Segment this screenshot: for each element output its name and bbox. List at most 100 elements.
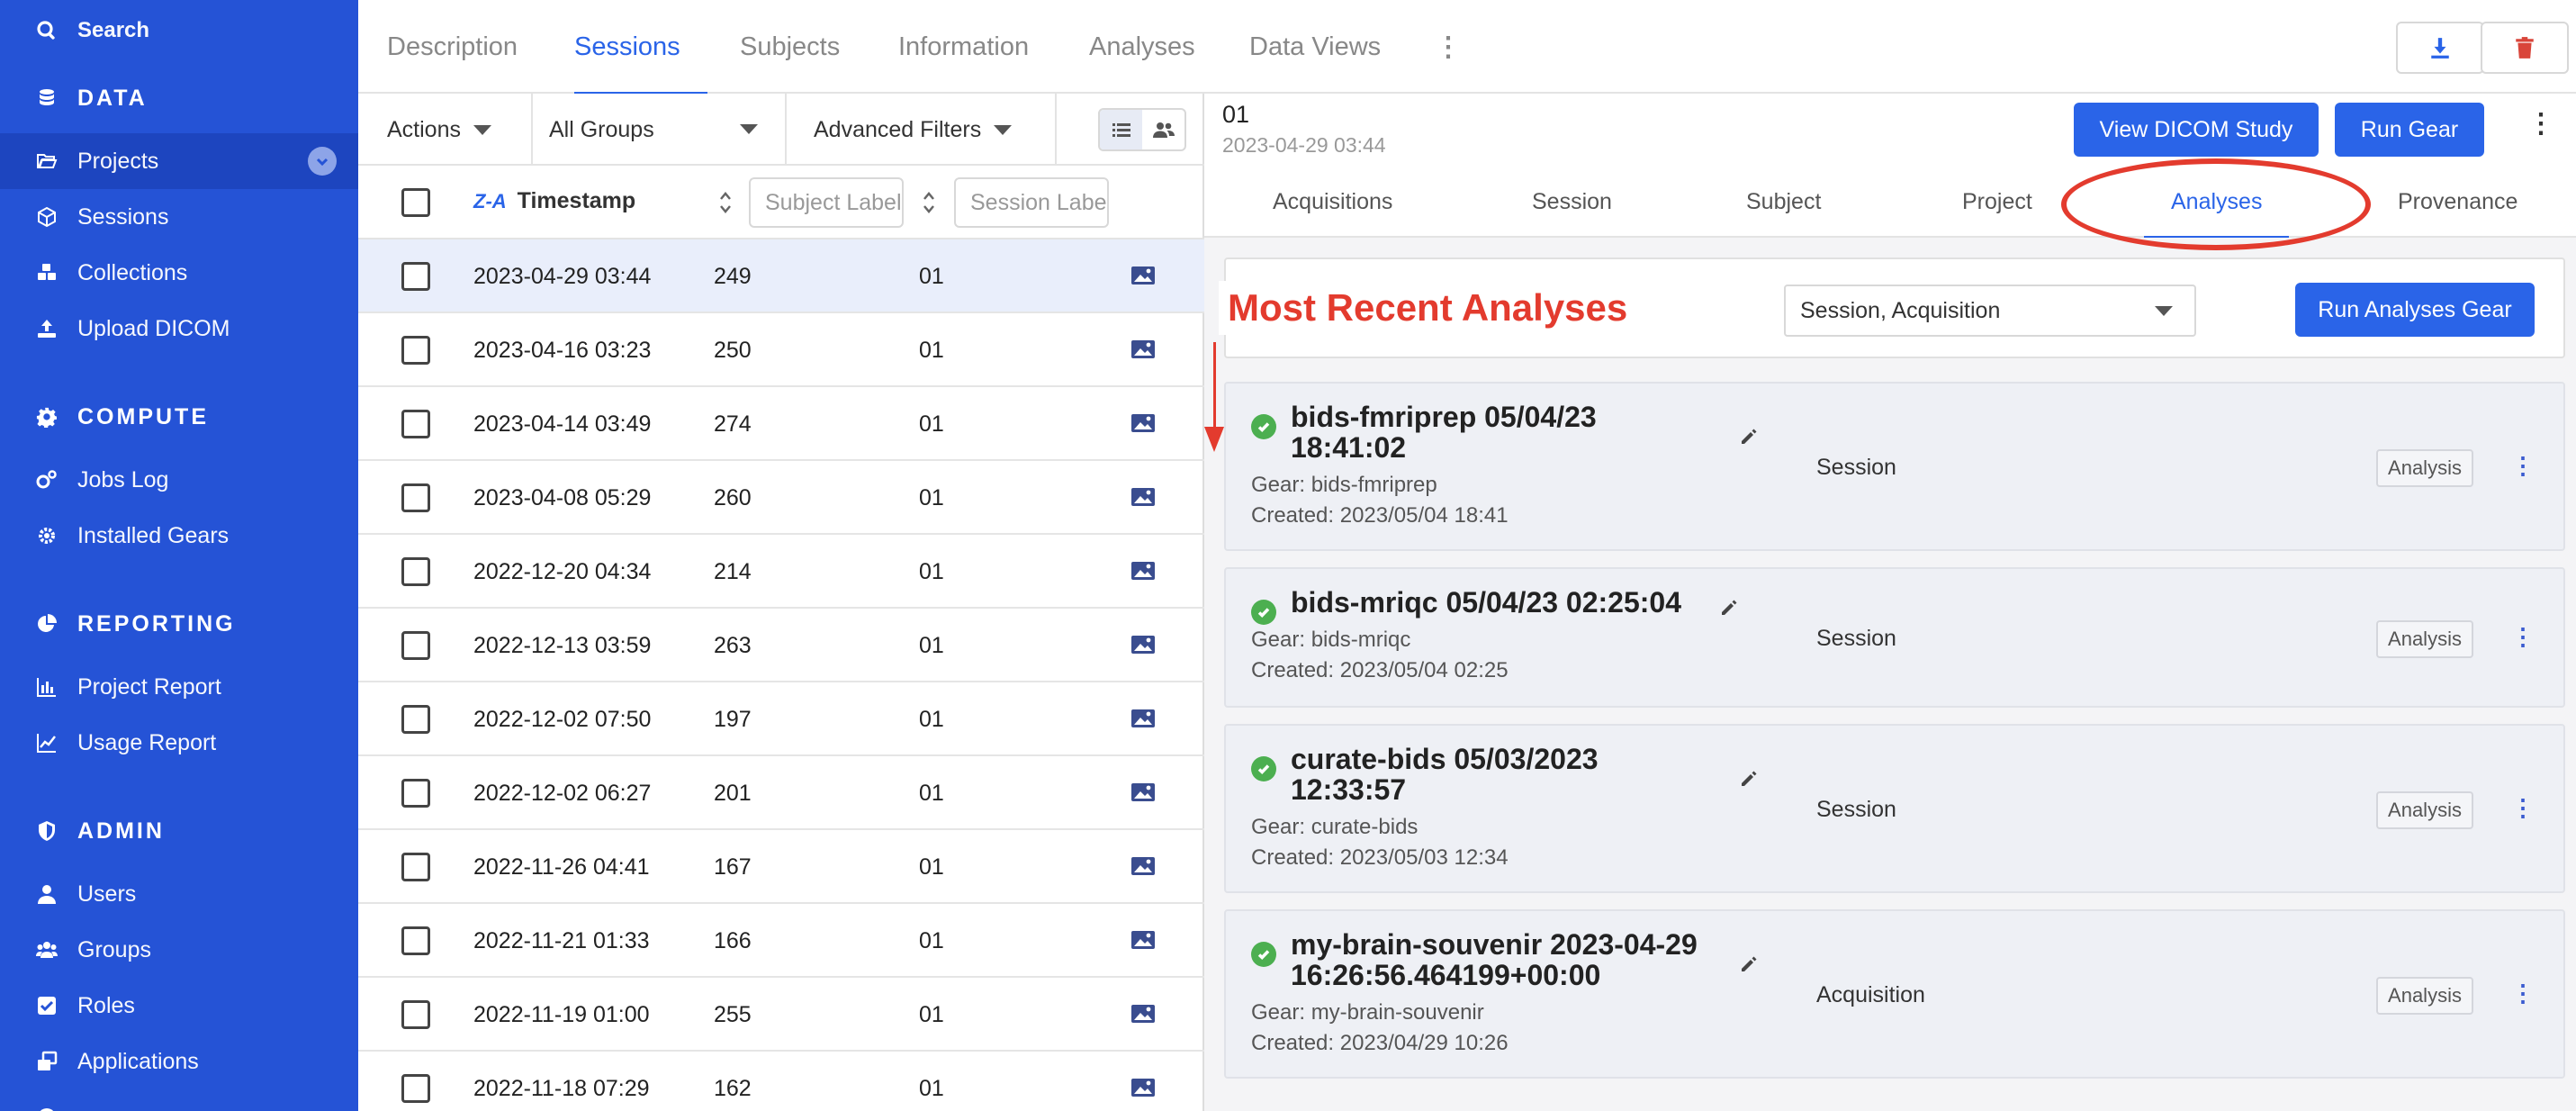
image-icon[interactable] bbox=[1130, 1077, 1156, 1098]
row-checkbox[interactable] bbox=[401, 483, 430, 512]
tab-acquisitions[interactable]: Acquisitions bbox=[1273, 166, 1392, 238]
tab-subjects[interactable]: Subjects bbox=[740, 0, 840, 94]
row-checkbox[interactable] bbox=[401, 336, 430, 365]
tab-provenance[interactable]: Provenance bbox=[2398, 166, 2517, 238]
annotation-arrow-line bbox=[1213, 342, 1216, 432]
advanced-filters-dropdown[interactable]: Advanced Filters bbox=[787, 94, 1057, 166]
sidebar-item-applications[interactable]: Applications bbox=[0, 1034, 358, 1089]
sidebar-item-collections[interactable]: Collections bbox=[0, 245, 358, 301]
image-icon[interactable] bbox=[1130, 855, 1156, 877]
analysis-title[interactable]: my-brain-souvenir 2023-04-29 16:26:56.464… bbox=[1291, 929, 1698, 990]
row-checkbox[interactable] bbox=[401, 557, 430, 586]
image-icon[interactable] bbox=[1130, 781, 1156, 803]
tab-session[interactable]: Session bbox=[1532, 166, 1612, 238]
tab-information[interactable]: Information bbox=[898, 0, 1029, 94]
table-row[interactable]: 2022-12-02 07:50 197 01 bbox=[358, 682, 1204, 756]
table-row[interactable]: 2022-12-13 03:59 263 01 bbox=[358, 609, 1204, 682]
analysis-card[interactable]: my-brain-souvenir 2023-04-29 16:26:56.464… bbox=[1224, 909, 2565, 1079]
row-checkbox[interactable] bbox=[401, 631, 430, 660]
table-row[interactable]: 2023-04-14 03:49 274 01 bbox=[358, 387, 1204, 461]
analysis-card[interactable]: bids-mriqc 05/04/23 02:25:04 Gear: bids-m… bbox=[1224, 567, 2565, 708]
table-row[interactable]: 2022-11-26 04:41 167 01 bbox=[358, 830, 1204, 904]
row-checkbox[interactable] bbox=[401, 926, 430, 955]
sidebar-item-users[interactable]: Users bbox=[0, 866, 358, 922]
table-row[interactable]: 2022-11-19 01:00 255 01 bbox=[358, 978, 1204, 1052]
list-view-button[interactable] bbox=[1100, 110, 1142, 149]
sidebar-search[interactable]: Search bbox=[0, 2, 358, 59]
table-row[interactable]: 2022-12-02 06:27 201 01 bbox=[358, 756, 1204, 830]
group-select[interactable]: All Groups bbox=[533, 94, 787, 166]
image-icon[interactable] bbox=[1130, 560, 1156, 582]
subject-view-button[interactable] bbox=[1142, 110, 1184, 149]
sidebar-item-jobs-log[interactable]: Jobs Log bbox=[0, 452, 358, 508]
table-row[interactable]: 2023-04-16 03:23 250 01 bbox=[358, 313, 1204, 387]
pencil-icon[interactable] bbox=[1719, 598, 1739, 618]
analysis-title[interactable]: curate-bids 05/03/2023 12:33:57 bbox=[1291, 744, 1599, 805]
analyses-level-select[interactable]: Session, Acquisition bbox=[1784, 285, 2196, 337]
sidebar-item-projects[interactable]: Projects bbox=[0, 133, 358, 189]
sidebar-item-groups[interactable]: Groups bbox=[0, 922, 358, 978]
row-checkbox[interactable] bbox=[401, 779, 430, 808]
session-label-filter[interactable]: Session Label bbox=[954, 177, 1109, 228]
sidebar-item-upload-dicom[interactable]: Upload DICOM bbox=[0, 301, 358, 357]
analysis-card[interactable]: curate-bids 05/03/2023 12:33:57 Gear: cura… bbox=[1224, 724, 2565, 893]
row-checkbox[interactable] bbox=[401, 410, 430, 438]
analysis-title[interactable]: bids-fmriprep 05/04/23 18:41:02 bbox=[1291, 402, 1597, 463]
analysis-kebab-icon[interactable]: ⋮ bbox=[2511, 980, 2535, 1007]
sort-za-icon[interactable]: Z-A bbox=[473, 190, 507, 213]
pencil-icon[interactable] bbox=[1739, 954, 1759, 974]
image-icon[interactable] bbox=[1130, 339, 1156, 360]
analysis-title[interactable]: bids-mriqc 05/04/23 02:25:04 bbox=[1291, 587, 1681, 618]
tab-subject[interactable]: Subject bbox=[1746, 166, 1821, 238]
table-row[interactable]: 2023-04-29 03:44 249 01 bbox=[358, 239, 1204, 313]
table-row[interactable]: 2022-12-20 04:34 214 01 bbox=[358, 535, 1204, 609]
image-icon[interactable] bbox=[1130, 486, 1156, 508]
table-row[interactable]: 2023-04-08 05:29 260 01 bbox=[358, 461, 1204, 535]
tab-project[interactable]: Project bbox=[1962, 166, 2032, 238]
sidebar-item-truncated[interactable] bbox=[0, 1089, 358, 1111]
timestamp-column-header[interactable]: Z-A Timestamp bbox=[473, 188, 635, 214]
bar-chart-icon bbox=[34, 674, 59, 700]
image-icon[interactable] bbox=[1130, 1003, 1156, 1025]
analysis-card[interactable]: bids-fmriprep 05/04/23 18:41:02 Gear: bids… bbox=[1224, 382, 2565, 551]
tab-data-views[interactable]: Data Views bbox=[1249, 0, 1381, 94]
tab-description[interactable]: Description bbox=[387, 0, 518, 94]
image-icon[interactable] bbox=[1130, 265, 1156, 286]
sort-icon[interactable] bbox=[922, 189, 936, 216]
chevron-down-icon[interactable] bbox=[308, 147, 337, 176]
view-dicom-study-button[interactable]: View DICOM Study bbox=[2074, 103, 2319, 157]
analysis-kebab-icon[interactable]: ⋮ bbox=[2511, 623, 2535, 651]
sort-icon[interactable] bbox=[718, 189, 733, 216]
more-options-kebab-icon[interactable]: ⋮ bbox=[2527, 108, 2554, 140]
more-tabs-kebab-icon[interactable]: ⋮ bbox=[1435, 0, 1462, 94]
download-button[interactable] bbox=[2396, 22, 2484, 74]
image-icon[interactable] bbox=[1130, 708, 1156, 729]
row-checkbox[interactable] bbox=[401, 1000, 430, 1029]
row-checkbox[interactable] bbox=[401, 853, 430, 881]
subject-label-filter[interactable]: Subject Label bbox=[749, 177, 904, 228]
image-icon[interactable] bbox=[1130, 929, 1156, 951]
delete-button[interactable] bbox=[2481, 22, 2569, 74]
pencil-icon[interactable] bbox=[1739, 427, 1759, 447]
run-gear-button[interactable]: Run Gear bbox=[2335, 103, 2484, 157]
row-checkbox[interactable] bbox=[401, 262, 430, 291]
sidebar-item-installed-gears[interactable]: Installed Gears bbox=[0, 508, 358, 564]
analysis-kebab-icon[interactable]: ⋮ bbox=[2511, 794, 2535, 822]
tab-analyses[interactable]: Analyses bbox=[1089, 0, 1195, 94]
row-checkbox[interactable] bbox=[401, 705, 430, 734]
sidebar-item-project-report[interactable]: Project Report bbox=[0, 659, 358, 715]
image-icon[interactable] bbox=[1130, 634, 1156, 655]
run-analyses-gear-button[interactable]: Run Analyses Gear bbox=[2295, 283, 2535, 337]
sidebar-item-roles[interactable]: Roles bbox=[0, 978, 358, 1034]
analysis-kebab-icon[interactable]: ⋮ bbox=[2511, 452, 2535, 480]
sidebar-item-usage-report[interactable]: Usage Report bbox=[0, 715, 358, 771]
table-row[interactable]: 2022-11-18 07:29 162 01 bbox=[358, 1052, 1204, 1111]
sidebar-item-sessions[interactable]: Sessions bbox=[0, 189, 358, 245]
pencil-icon[interactable] bbox=[1739, 769, 1759, 789]
table-row[interactable]: 2022-11-21 01:33 166 01 bbox=[358, 904, 1204, 978]
row-checkbox[interactable] bbox=[401, 1074, 430, 1103]
actions-dropdown[interactable]: Actions bbox=[358, 94, 533, 166]
tab-sessions[interactable]: Sessions bbox=[574, 0, 707, 95]
select-all-checkbox[interactable] bbox=[401, 188, 430, 217]
image-icon[interactable] bbox=[1130, 412, 1156, 434]
